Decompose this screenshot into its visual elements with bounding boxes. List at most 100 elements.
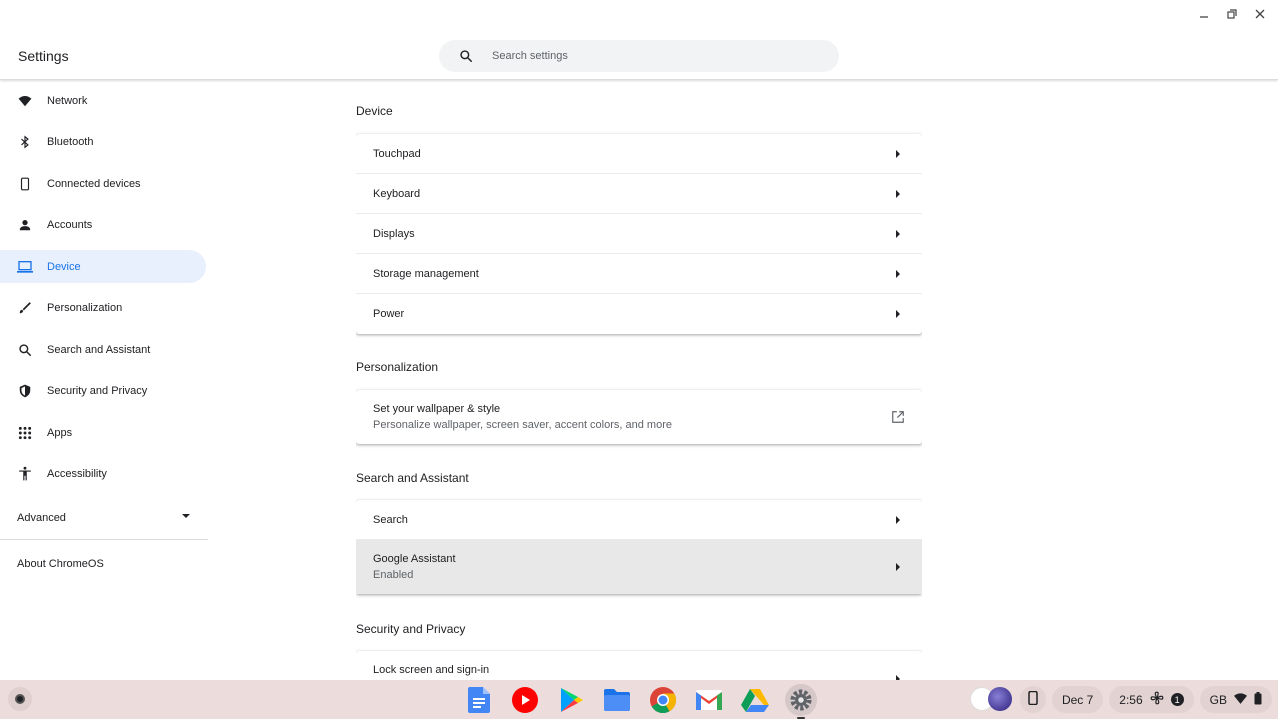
sidebar-item-search-and-assistant[interactable]: Search and Assistant	[0, 333, 206, 366]
section-title-device: Device	[356, 104, 393, 118]
arrow-right-icon	[896, 515, 900, 524]
bluetooth-icon	[17, 134, 33, 150]
sidebar-item-label: Search and Assistant	[47, 343, 151, 356]
row-label: Displays	[373, 227, 415, 240]
quick-settings-button[interactable]: 2:56 1	[1109, 686, 1194, 713]
files-icon[interactable]	[601, 684, 633, 716]
caret-down-icon	[182, 514, 190, 518]
shelf-apps	[463, 684, 817, 719]
row-label: Touchpad	[373, 147, 421, 160]
shelf: Dec 7 2:56 1 GB	[0, 680, 1278, 719]
sidebar-item-label: Connected devices	[47, 177, 141, 190]
row-label: Set your wallpaper & style	[373, 403, 501, 415]
date-button[interactable]: Dec 7	[1051, 686, 1104, 713]
status-tray: Dec 7 2:56 1 GB	[969, 686, 1272, 713]
section-title-personalization: Personalization	[356, 360, 439, 374]
about-chromeos-link[interactable]: About ChromeOS	[17, 558, 104, 570]
sidebar-item-security-and-privacy[interactable]: Security and Privacy	[0, 375, 206, 408]
arrow-right-icon	[896, 310, 900, 318]
launcher-icon	[15, 694, 25, 704]
phone-hub-button[interactable]	[1019, 686, 1046, 713]
sidebar-item-label: Personalization	[47, 302, 123, 314]
row-google-assistant[interactable]: Google Assistant Enabled	[356, 540, 922, 594]
row-label: Storage management	[373, 267, 479, 280]
sidebar-item-connected-devices[interactable]: Connected devices	[0, 167, 206, 200]
shield-icon	[17, 383, 33, 399]
row-lock-screen[interactable]: Lock screen and sign-in	[356, 651, 922, 680]
row-label: Keyboard	[373, 187, 421, 200]
sidebar-item-label: Security and Privacy	[47, 385, 148, 397]
time-label: 2:56	[1119, 692, 1143, 707]
battery-icon	[1254, 691, 1262, 708]
row-touchpad[interactable]: Touchpad	[356, 134, 922, 174]
sidebar-item-apps[interactable]: Apps	[0, 416, 206, 449]
notification-badge: 1	[1170, 693, 1184, 706]
minimize-icon[interactable]	[1194, 6, 1214, 22]
security-card: Lock screen and sign-in	[356, 651, 922, 680]
sidebar-item-accessibility[interactable]: Accessibility	[0, 458, 206, 491]
row-power[interactable]: Power	[356, 294, 922, 334]
settings-icon[interactable]	[785, 684, 817, 719]
docs-icon[interactable]	[463, 684, 495, 716]
person-icon	[17, 217, 33, 233]
search-box[interactable]	[439, 40, 839, 72]
system-status-button[interactable]: GB	[1199, 686, 1272, 713]
search-icon	[17, 342, 33, 358]
close-icon[interactable]	[1250, 6, 1270, 22]
gmail-icon[interactable]	[693, 684, 725, 716]
phone-icon	[17, 176, 33, 192]
section-title-security-privacy: Security and Privacy	[356, 622, 466, 636]
account-avatars[interactable]	[969, 686, 1014, 713]
sidebar-item-label: Bluetooth	[47, 136, 94, 148]
arrow-right-icon	[896, 229, 900, 238]
row-search[interactable]: Search	[356, 500, 922, 540]
settings-header: Settings	[0, 0, 1278, 80]
play-store-icon[interactable]	[555, 684, 587, 716]
laptop-icon	[17, 259, 33, 275]
youtube-icon[interactable]	[509, 684, 541, 716]
row-label: Lock screen and sign-in	[373, 664, 490, 676]
row-label: Power	[373, 308, 405, 320]
row-keyboard[interactable]: Keyboard	[356, 174, 922, 214]
row-label: Search	[373, 513, 408, 526]
sidebar-divider	[0, 539, 208, 540]
sidebar-item-accounts[interactable]: Accounts	[0, 209, 206, 242]
personalization-card: Set your wallpaper & style Personalize w…	[356, 390, 922, 444]
phone-icon	[1028, 690, 1038, 708]
apps-grid-icon	[17, 425, 33, 441]
fan-icon	[1150, 691, 1164, 708]
sidebar-item-label: Accounts	[47, 219, 93, 231]
advanced-label: Advanced	[17, 512, 66, 524]
restore-icon[interactable]	[1222, 6, 1242, 22]
chrome-icon[interactable]	[647, 684, 679, 716]
device-card: Touchpad Keyboard Displays Storage manag…	[356, 134, 922, 334]
sidebar-item-device[interactable]: Device	[0, 250, 206, 283]
sidebar-item-personalization[interactable]: Personalization	[0, 292, 206, 325]
sidebar-item-label: Device	[47, 260, 81, 273]
main-content: Device Touchpad Keyboard Displays Storag…	[356, 80, 922, 680]
search-input[interactable]	[492, 50, 792, 62]
row-wallpaper-style[interactable]: Set your wallpaper & style Personalize w…	[356, 390, 922, 444]
sidebar-item-label: Accessibility	[47, 468, 107, 480]
advanced-toggle[interactable]: Advanced	[0, 508, 206, 528]
wifi-icon	[17, 93, 33, 109]
row-sublabel: Personalize wallpaper, screen saver, acc…	[373, 419, 672, 431]
row-label: Google Assistant	[373, 553, 456, 565]
drive-icon[interactable]	[739, 684, 771, 716]
open-external-icon	[891, 410, 905, 424]
brush-icon	[17, 300, 33, 316]
sidebar-item-bluetooth[interactable]: Bluetooth	[0, 126, 206, 159]
search-icon	[456, 46, 476, 66]
sidebar-item-network[interactable]: Network	[0, 84, 206, 117]
accessibility-icon	[17, 466, 33, 482]
wifi-icon	[1234, 692, 1247, 707]
sidebar-item-label: Network	[47, 94, 88, 107]
row-displays[interactable]: Displays	[356, 214, 922, 254]
section-title-search-assistant: Search and Assistant	[356, 471, 469, 485]
launcher-button[interactable]	[8, 687, 32, 711]
sidebar: Network Bluetooth Connected devices Acco…	[0, 84, 208, 570]
arrow-right-icon	[896, 563, 900, 571]
app-title: Settings	[18, 48, 69, 64]
row-storage-management[interactable]: Storage management	[356, 254, 922, 294]
arrow-right-icon	[896, 149, 900, 158]
